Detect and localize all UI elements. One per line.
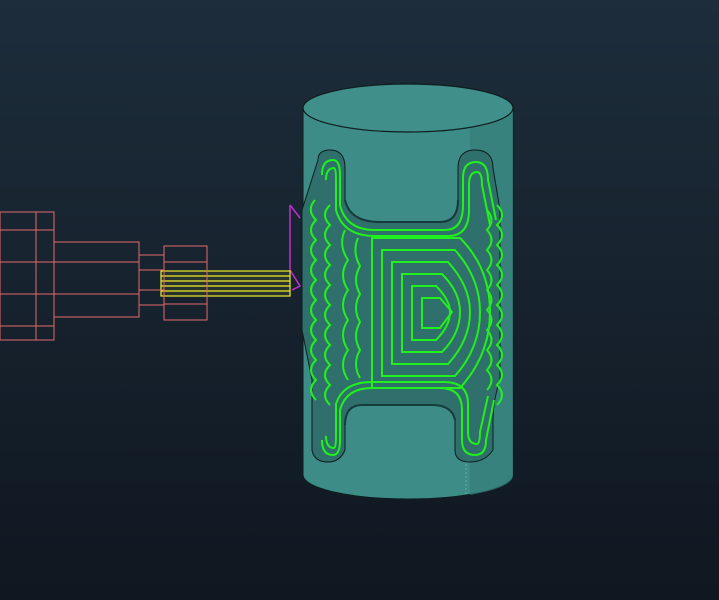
scene-canvas[interactable] <box>0 0 719 600</box>
3d-viewport[interactable] <box>0 0 719 600</box>
end-mill-tool[interactable] <box>160 270 291 297</box>
cylinder-top-face <box>302 83 514 133</box>
lead-in-move <box>289 204 302 291</box>
